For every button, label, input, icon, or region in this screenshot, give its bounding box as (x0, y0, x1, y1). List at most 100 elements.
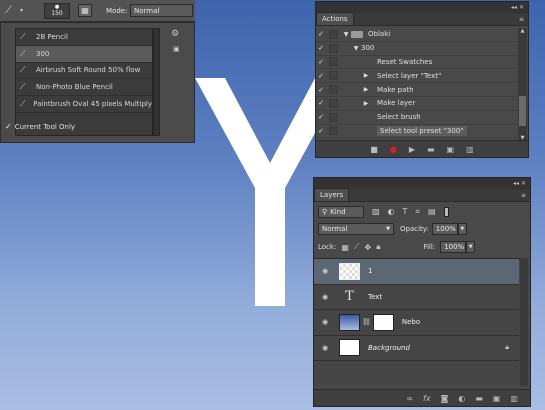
add-mask-icon[interactable]: ◙ (441, 394, 449, 403)
brush-tool-icon[interactable]: ⟋ (5, 4, 19, 18)
new-layer-icon[interactable]: ▣ (493, 394, 501, 403)
collapse-icon[interactable]: ◂◂ ✕ (511, 4, 524, 11)
dialog-toggle-box[interactable] (329, 98, 338, 108)
tab-layers[interactable]: Layers (314, 188, 350, 201)
preset-list-scrollbar[interactable] (153, 28, 160, 136)
dialog-toggle-box[interactable] (329, 126, 338, 136)
toggle-check-icon[interactable]: ✓ (316, 30, 326, 38)
layer-row[interactable]: ◉ ⛓︎ Nebo (314, 310, 519, 336)
action-row[interactable]: ✓ ▶ Make path (316, 83, 519, 97)
panel-menu-icon[interactable]: ≡ (519, 14, 528, 25)
lock-paint-icon[interactable]: ⟋ (354, 242, 360, 252)
new-preset-icon[interactable]: ▣ (173, 45, 180, 53)
expand-arrow-icon[interactable]: ▼ (351, 45, 361, 52)
fx-icon[interactable]: fx (423, 394, 431, 403)
trash-icon[interactable]: ▥ (510, 394, 518, 403)
filter-toggle-icon[interactable] (443, 206, 449, 217)
preset-item-label: Paintbrush Oval 45 pixels Multiply (33, 100, 152, 109)
preset-item[interactable]: ⟋ 300 (16, 45, 152, 63)
trash-icon[interactable]: ▥ (466, 145, 474, 154)
scrollbar-thumb[interactable] (519, 96, 526, 126)
action-row[interactable]: ✓ ▼ Oblaki (316, 28, 519, 42)
mode-select[interactable]: Normal (130, 4, 193, 17)
preset-item[interactable]: ⟋ 2B Pencil (16, 29, 152, 46)
visibility-eye-icon[interactable]: ◉ (319, 267, 331, 275)
toggle-check-icon[interactable]: ✓ (316, 113, 326, 121)
tab-actions[interactable]: Actions (316, 12, 354, 25)
toggle-check-icon[interactable]: ✓ (316, 99, 326, 107)
new-group-folder-icon[interactable]: ▬ (475, 394, 483, 403)
action-row[interactable]: ✓ ▶ Make layer (316, 97, 519, 111)
blend-mode-select[interactable]: Normal ▼ (318, 223, 394, 235)
shape-filter-icon[interactable]: ⌗ (415, 207, 420, 217)
expand-arrow-icon[interactable]: ▼ (341, 31, 351, 38)
expand-arrow-icon[interactable]: ▶ (361, 86, 371, 93)
visibility-eye-icon[interactable]: ◉ (319, 318, 331, 326)
blend-row: Normal ▼ Opacity: 100% ▼ (318, 222, 526, 236)
layer-row[interactable]: ◉ T Text (314, 285, 519, 310)
toggle-check-icon[interactable]: ✓ (316, 44, 326, 52)
toggle-check-icon[interactable]: ✓ (316, 127, 326, 135)
preset-item[interactable]: ⟋ Paintbrush Oval 45 pixels Multiply (16, 96, 152, 113)
adjustment-layer-icon[interactable]: ◐ (458, 394, 465, 403)
fill-dropdown-icon[interactable]: ▼ (466, 241, 476, 253)
dialog-toggle-box[interactable] (329, 112, 338, 122)
tool-dropdown-arrow[interactable]: ▾ (20, 7, 23, 14)
adjustment-filter-icon[interactable]: ◐ (388, 207, 395, 216)
mode-label: Mode: (106, 7, 128, 15)
actions-scrollbar[interactable]: ▲ ▼ (518, 28, 527, 141)
dialog-toggle-box[interactable] (329, 29, 338, 39)
dialog-toggle-box[interactable] (329, 57, 338, 67)
link-layers-icon[interactable]: ∞ (406, 394, 413, 403)
lock-move-icon[interactable]: ✥ (365, 243, 372, 252)
layer-thumbnail-transparent (339, 262, 360, 280)
stop-icon[interactable]: ■ (370, 145, 378, 154)
record-icon[interactable]: ● (390, 145, 397, 154)
layer-name: Text (368, 292, 383, 301)
action-label: Make path (377, 85, 414, 94)
fill-input[interactable]: 100% (440, 241, 467, 253)
lock-all-icon[interactable]: 🔒︎ (376, 242, 380, 252)
layer-filter-row: ⚲ Kind ▨ ◐ T ⌗ ▤ (318, 204, 526, 219)
preset-item[interactable]: ⟋ Airbrush Soft Round 50% flow (16, 63, 152, 80)
toggle-check-icon[interactable]: ✓ (316, 72, 326, 80)
dialog-toggle-box[interactable] (329, 85, 338, 95)
layer-row[interactable]: ◉ 1 (314, 259, 519, 285)
scroll-up-arrow-icon[interactable]: ▲ (518, 28, 527, 36)
toggle-check-icon[interactable]: ✓ (316, 86, 326, 94)
dialog-toggle-box[interactable] (329, 71, 338, 81)
action-row[interactable]: ✓ Select tool preset "300" (316, 125, 519, 139)
dialog-toggle-box[interactable] (329, 43, 338, 53)
new-action-icon[interactable]: ▣ (447, 145, 455, 154)
brush-panel-toggle-icon[interactable]: ▦ (78, 4, 92, 17)
action-row[interactable]: ✓ ▼ 300 (316, 42, 519, 56)
layers-scrollbar[interactable] (520, 258, 528, 386)
filter-kind-select[interactable]: ⚲ Kind (318, 205, 364, 218)
smart-object-filter-icon[interactable]: ▤ (428, 207, 436, 216)
opacity-dropdown-icon[interactable]: ▼ (457, 223, 467, 235)
opacity-label: Opacity: (400, 225, 429, 233)
collapse-icon[interactable]: ◂◂ ✕ (513, 180, 526, 187)
pixel-filter-icon[interactable]: ▨ (372, 207, 380, 216)
action-row[interactable]: ✓ Select brush (316, 111, 519, 125)
expand-arrow-icon[interactable]: ▶ (361, 100, 371, 107)
layer-row[interactable]: ◉ Background 🔒︎ (314, 336, 519, 361)
gear-icon[interactable]: ⚙ (171, 29, 179, 39)
visibility-eye-icon[interactable]: ◉ (319, 344, 331, 352)
lock-transparent-icon[interactable]: ▦ (341, 243, 349, 252)
current-tool-only[interactable]: ✓ Current Tool Only (5, 122, 75, 131)
new-set-folder-icon[interactable]: ▬ (427, 145, 435, 154)
expand-arrow-icon[interactable]: ▶ (361, 72, 371, 79)
preset-item[interactable]: ⟋ Non-Photo Blue Pencil (16, 79, 152, 97)
chain-link-icon[interactable]: ⛓︎ (362, 318, 371, 326)
panel-menu-icon[interactable]: ≡ (521, 190, 530, 201)
action-row[interactable]: ✓ Reset Swatches (316, 56, 519, 70)
opacity-input[interactable]: 100% (431, 223, 458, 235)
play-icon[interactable]: ▶ (409, 145, 415, 154)
visibility-eye-icon[interactable]: ◉ (319, 293, 331, 301)
layer-mask-thumbnail[interactable] (372, 313, 394, 331)
brush-size-picker[interactable]: ● 150 (44, 3, 70, 19)
type-filter-icon[interactable]: T (403, 207, 408, 216)
toggle-check-icon[interactable]: ✓ (316, 58, 326, 66)
action-row[interactable]: ✓ ▶ Select layer "Text" (316, 69, 519, 84)
